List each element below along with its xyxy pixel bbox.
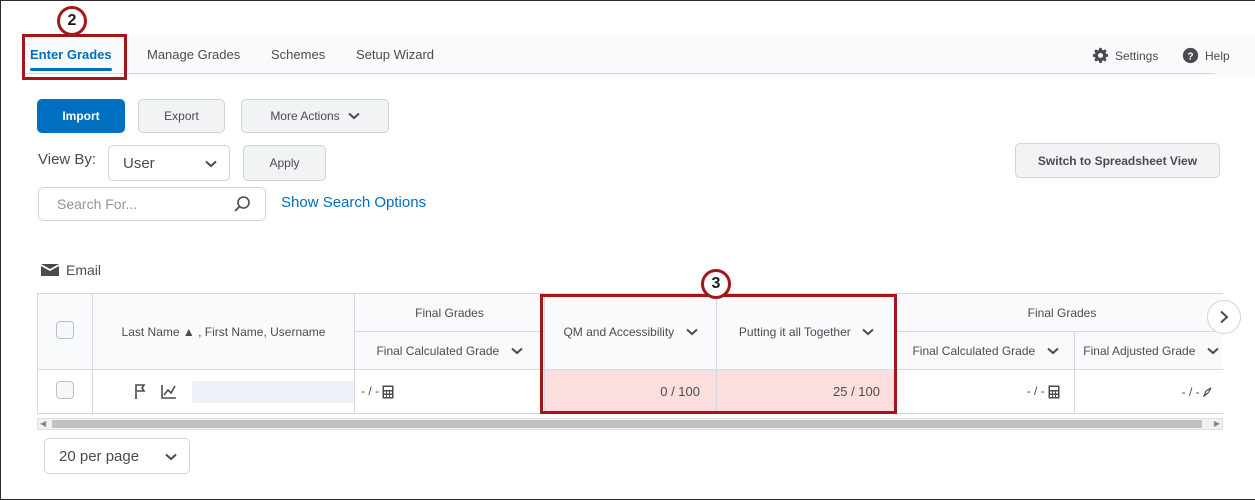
final-adjusted-value: - / - bbox=[1181, 384, 1200, 399]
tab-manage-grades[interactable]: Manage Grades bbox=[147, 47, 240, 62]
chevron-right-icon bbox=[1220, 310, 1229, 324]
apply-button[interactable]: Apply bbox=[243, 145, 326, 181]
final-calculated-header-label-2: Final Calculated Grade bbox=[912, 343, 1036, 358]
select-all-checkbox[interactable] bbox=[56, 321, 74, 339]
final-adjusted-header-label: Final Adjusted Grade bbox=[1083, 343, 1196, 358]
step-badge-3: 3 bbox=[701, 269, 731, 299]
progress-chart-icon[interactable] bbox=[160, 384, 178, 400]
switch-spreadsheet-button[interactable]: Switch to Spreadsheet View bbox=[1015, 143, 1220, 178]
final-calculated-header-label: Final Calculated Grade bbox=[376, 343, 500, 358]
tab-enter-grades[interactable]: Enter Grades bbox=[30, 47, 112, 62]
show-search-options-link[interactable]: Show Search Options bbox=[281, 194, 426, 211]
final-adjusted-cell: - / - bbox=[1073, 369, 1223, 414]
svg-text:?: ? bbox=[1187, 51, 1193, 62]
edit-icon[interactable] bbox=[1202, 387, 1213, 399]
final-grades-group-header-2: Final Grades bbox=[895, 293, 1223, 332]
row-select-cell bbox=[37, 369, 93, 414]
per-page-select[interactable]: 20 per page bbox=[44, 438, 190, 474]
grades-table: Last Name ▲ , First Name, Username Final… bbox=[37, 293, 1223, 418]
chevron-down-icon[interactable] bbox=[1207, 347, 1219, 355]
calculator-icon[interactable] bbox=[1048, 385, 1060, 399]
chevron-down-icon[interactable] bbox=[510, 347, 523, 355]
flag-icon[interactable] bbox=[133, 383, 149, 400]
step-badge-2: 2 bbox=[57, 6, 87, 36]
tab-schemes[interactable]: Schemes bbox=[271, 47, 325, 62]
final-calculated-value-2: - / - bbox=[1026, 384, 1045, 399]
per-page-value: 20 per page bbox=[59, 447, 140, 465]
final-calculated-value: - / - bbox=[361, 384, 379, 399]
gear-icon bbox=[1092, 47, 1109, 63]
search-placeholder: Search For... bbox=[57, 196, 138, 212]
chevron-down-icon bbox=[348, 112, 360, 120]
putting-together-column-header[interactable]: Putting it all Together bbox=[716, 293, 897, 370]
email-label: Email bbox=[66, 262, 102, 278]
name-column-header[interactable]: Last Name ▲ , First Name, Username bbox=[92, 293, 355, 370]
settings-label: Settings bbox=[1115, 48, 1159, 63]
final-adjusted-column-header[interactable]: Final Adjusted Grade bbox=[1073, 331, 1223, 370]
qm-column-header[interactable]: QM and Accessibility bbox=[544, 293, 717, 370]
final-calculated-column-header[interactable]: Final Calculated Grade bbox=[354, 331, 545, 370]
final-calculated-cell-2: - / - bbox=[896, 369, 1075, 414]
putting-header-label: Putting it all Together bbox=[738, 324, 851, 339]
user-name-cell bbox=[92, 369, 355, 414]
view-by-select[interactable]: User bbox=[108, 145, 230, 181]
scroll-right-arrow[interactable]: ▶ bbox=[1214, 419, 1220, 429]
export-button[interactable]: Export bbox=[138, 99, 225, 133]
qm-score-cell[interactable]: 0 / 100 bbox=[544, 369, 717, 414]
help-label: Help bbox=[1205, 48, 1230, 63]
final-calculated-column-header-2[interactable]: Final Calculated Grade bbox=[896, 331, 1075, 370]
envelope-icon bbox=[41, 264, 59, 276]
email-button[interactable]: Email bbox=[40, 262, 101, 278]
chevron-down-icon[interactable] bbox=[685, 328, 698, 336]
more-actions-button[interactable]: More Actions bbox=[241, 99, 389, 133]
chevron-down-icon[interactable] bbox=[1046, 347, 1059, 355]
help-icon: ? bbox=[1182, 47, 1199, 64]
select-all-cell bbox=[37, 293, 93, 370]
scroll-right-button[interactable] bbox=[1207, 300, 1241, 334]
final-grades-group-header: Final Grades bbox=[354, 293, 545, 332]
active-tab-indicator bbox=[30, 68, 112, 71]
qm-header-label: QM and Accessibility bbox=[563, 324, 675, 339]
help-link[interactable]: ? Help bbox=[1182, 47, 1230, 64]
tab-setup-wizard[interactable]: Setup Wizard bbox=[356, 47, 434, 62]
redacted-user-name bbox=[191, 380, 354, 403]
more-actions-label: More Actions bbox=[270, 109, 340, 123]
nav-divider bbox=[20, 73, 1215, 74]
putting-score-cell[interactable]: 25 / 100 bbox=[716, 369, 897, 414]
chevron-down-icon bbox=[205, 160, 217, 168]
final-calculated-value-wrap: - / - bbox=[361, 384, 394, 399]
horizontal-scrollbar[interactable]: ◀ ▶ bbox=[37, 418, 1223, 430]
chevron-down-icon[interactable] bbox=[862, 328, 874, 336]
view-by-value: User bbox=[123, 154, 155, 172]
import-button[interactable]: Import bbox=[37, 99, 125, 133]
row-checkbox[interactable] bbox=[56, 381, 74, 399]
scroll-left-arrow[interactable]: ◀ bbox=[40, 419, 46, 429]
settings-link[interactable]: Settings bbox=[1092, 47, 1158, 64]
final-calculated-cell: - / - bbox=[354, 369, 545, 414]
chevron-down-icon bbox=[165, 453, 177, 461]
view-by-label: View By: bbox=[38, 151, 97, 168]
search-icon[interactable] bbox=[233, 195, 251, 213]
calculator-icon[interactable] bbox=[382, 385, 394, 399]
search-input[interactable]: Search For... bbox=[38, 187, 266, 221]
table-row: - / - 0 / 100 25 / 100 - / - - / - bbox=[37, 369, 1223, 414]
scrollbar-thumb[interactable] bbox=[52, 420, 1202, 428]
